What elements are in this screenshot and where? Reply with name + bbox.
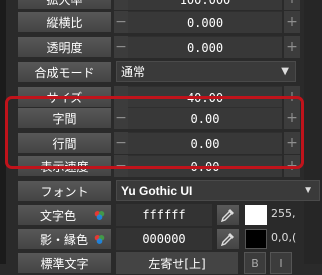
std-text-row: 標準文字 左寄せ[上] B I <box>0 251 322 275</box>
text-color-row: 文字色 ffffff 255, <box>0 203 322 227</box>
display-speed-label[interactable]: 表示速度 <box>17 155 112 177</box>
std-text-label: 標準文字 <box>17 252 112 274</box>
aspect-value[interactable]: 0.000 <box>128 11 282 33</box>
eyedropper-button[interactable] <box>216 228 240 250</box>
eyedropper-icon <box>221 233 234 246</box>
eyedropper-icon <box>221 209 234 222</box>
blend-mode-select[interactable]: 通常 ▼ <box>116 61 296 82</box>
text-color-button[interactable]: 文字色 <box>17 204 112 226</box>
bold-button[interactable]: B <box>244 252 266 274</box>
text-color-hex[interactable]: ffffff <box>116 204 212 226</box>
size-value[interactable]: 40.00 <box>128 86 282 108</box>
display-speed-row: 表示速度 − 0.00 + <box>0 154 322 178</box>
display-speed-value[interactable]: 0.00 <box>128 155 282 177</box>
zoom-value[interactable]: 100.000 <box>128 0 282 10</box>
line-spacing-label[interactable]: 行間 <box>17 132 112 154</box>
shadow-color-label: 影・縁色 <box>40 232 89 247</box>
opacity-increment-button[interactable]: + <box>284 36 300 58</box>
line-spacing-decrement-button[interactable]: − <box>114 132 128 154</box>
alignment-select[interactable]: 左寄せ[上] <box>116 252 238 274</box>
line-spacing-value[interactable]: 0.00 <box>128 132 282 154</box>
font-select[interactable]: Yu Gothic UI ▼ <box>116 180 320 201</box>
shadow-color-rgb: 0,0,( <box>271 231 297 244</box>
opacity-value[interactable]: 0.000 <box>128 36 282 58</box>
alignment-value: 左寄せ[上] <box>148 256 206 271</box>
char-spacing-increment-button[interactable]: + <box>284 107 300 129</box>
blend-mode-row: 合成モード 通常 ▼ <box>0 60 322 84</box>
text-color-label: 文字色 <box>40 208 77 223</box>
color-wheel-icon <box>94 211 105 220</box>
text-color-rgb: 255, <box>271 207 296 220</box>
shadow-color-hex[interactable]: 000000 <box>116 228 212 250</box>
font-label: フォント <box>17 180 112 202</box>
chevron-down-icon: ▼ <box>281 66 289 77</box>
opacity-row: 透明度 − 0.000 + <box>0 35 322 59</box>
display-speed-increment-button[interactable]: + <box>284 155 300 177</box>
opacity-decrement-button[interactable]: − <box>114 36 128 58</box>
chevron-down-icon: ▼ <box>303 185 313 196</box>
zoom-increment-button[interactable]: + <box>284 0 300 10</box>
zoom-decrement-button[interactable]: − <box>114 0 128 10</box>
zoom-label[interactable]: 拡大率 <box>17 0 112 10</box>
eyedropper-button[interactable] <box>216 204 240 226</box>
display-speed-decrement-button[interactable]: − <box>114 155 128 177</box>
line-spacing-increment-button[interactable]: + <box>284 132 300 154</box>
opacity-label[interactable]: 透明度 <box>17 36 112 58</box>
char-spacing-value[interactable]: 0.00 <box>128 107 282 129</box>
line-spacing-row: 行間 − 0.00 + <box>0 131 322 155</box>
shadow-color-row: 影・縁色 000000 0,0,( <box>0 227 322 251</box>
blend-mode-label: 合成モード <box>17 61 112 83</box>
size-increment-button[interactable]: + <box>284 86 300 108</box>
text-color-swatch[interactable] <box>245 205 267 225</box>
char-spacing-row: 字間 − 0.00 + <box>0 106 322 130</box>
char-spacing-decrement-button[interactable]: − <box>114 107 128 129</box>
color-wheel-icon <box>94 235 105 244</box>
size-label[interactable]: サイズ <box>17 86 112 108</box>
aspect-row: 縦横比 − 0.000 + <box>0 10 322 34</box>
font-value: Yu Gothic UI <box>121 183 193 198</box>
size-decrement-button[interactable]: − <box>114 86 128 108</box>
aspect-decrement-button[interactable]: − <box>114 11 128 33</box>
aspect-increment-button[interactable]: + <box>284 11 300 33</box>
shadow-color-swatch[interactable] <box>245 229 267 249</box>
italic-button[interactable]: I <box>270 252 292 274</box>
aspect-label[interactable]: 縦横比 <box>17 11 112 33</box>
shadow-color-button[interactable]: 影・縁色 <box>17 228 112 250</box>
blend-mode-value: 通常 <box>121 65 146 79</box>
char-spacing-label[interactable]: 字間 <box>17 107 112 129</box>
font-row: フォント Yu Gothic UI ▼ <box>0 179 322 203</box>
